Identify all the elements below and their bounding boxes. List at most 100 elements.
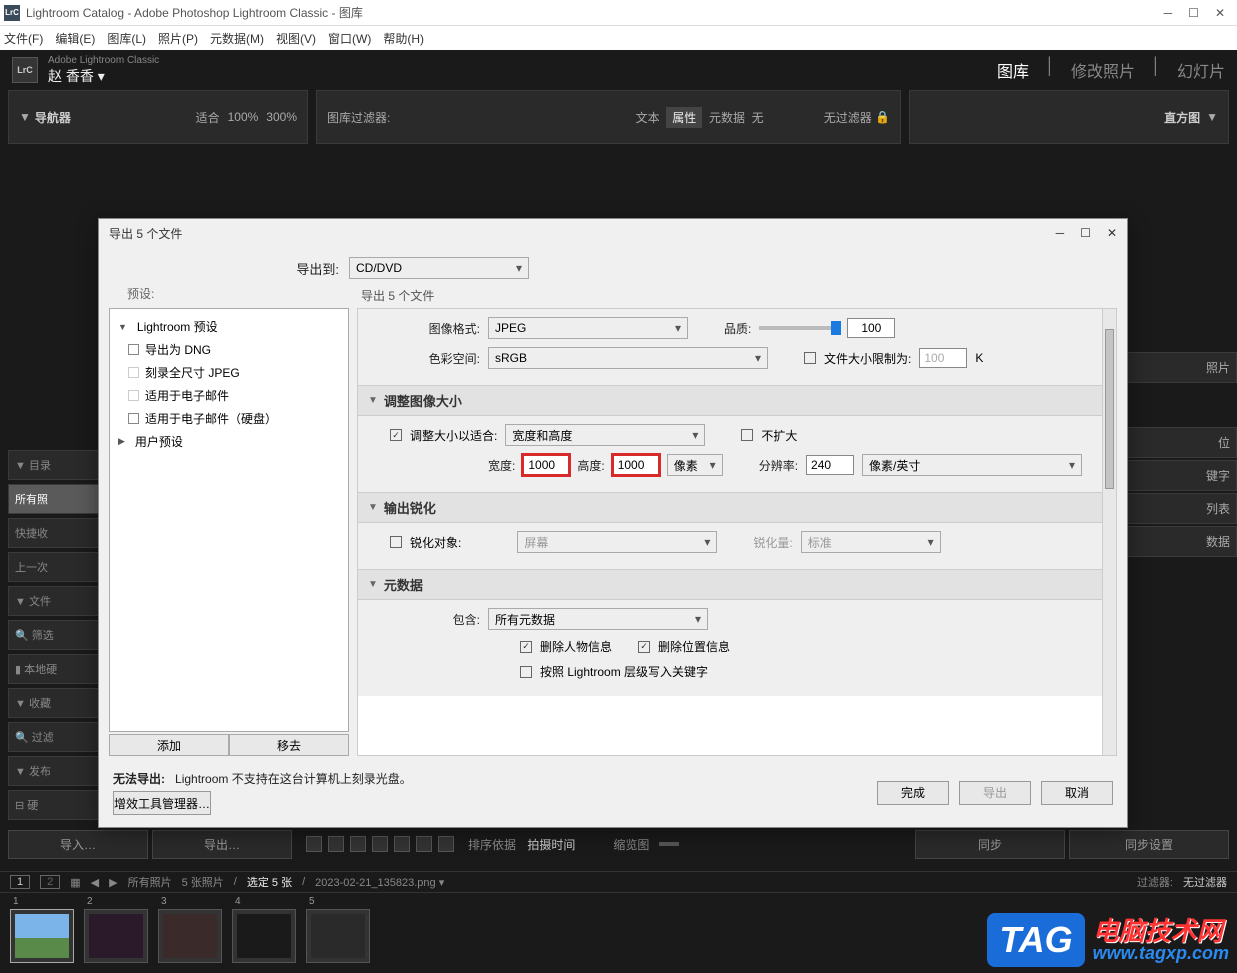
module-library[interactable]: 图库 — [997, 58, 1029, 82]
thumbnail-1[interactable]: 1 — [10, 909, 74, 963]
filter-value[interactable]: 无过滤器 — [1183, 874, 1227, 890]
lock-icon[interactable]: 🔒 — [875, 110, 890, 124]
add-preset-button[interactable]: 添加 — [109, 734, 229, 756]
catalog-panel[interactable]: ▼ 目录 — [8, 450, 108, 480]
remove-people-checkbox[interactable] — [520, 641, 532, 653]
primary-display[interactable]: 1 — [10, 875, 30, 889]
preset-jpeg[interactable]: 刻录全尺寸 JPEG — [114, 361, 344, 384]
remove-location-checkbox[interactable] — [638, 641, 650, 653]
local-drive[interactable]: ▮ 本地硬 — [8, 654, 108, 684]
thumbnail-5[interactable]: 5 — [306, 909, 370, 963]
right-panel-list[interactable]: 列表 — [1127, 493, 1237, 524]
compare-view-icon[interactable] — [350, 836, 366, 852]
all-photos[interactable]: 所有照 — [8, 484, 108, 514]
preset-email[interactable]: 适用于电子邮件 — [114, 384, 344, 407]
sharpen-checkbox[interactable] — [390, 536, 402, 548]
right-panel-metadata[interactable]: 数据 — [1127, 526, 1237, 557]
thumbnail-3[interactable]: 3 — [158, 909, 222, 963]
right-panel-photo[interactable]: 照片 — [1127, 352, 1237, 383]
sort-icon[interactable] — [438, 836, 454, 852]
export-button[interactable]: 导出… — [152, 830, 292, 859]
filter-attribute[interactable]: 属性 — [666, 107, 702, 128]
filter-collections[interactable]: 🔍 过滤 — [8, 722, 108, 752]
limit-size-input[interactable] — [919, 348, 967, 368]
zoom-300[interactable]: 300% — [266, 110, 297, 124]
sharpen-for-combo[interactable]: 屏幕▾ — [517, 531, 717, 553]
quick-collection[interactable]: 快捷收 — [8, 518, 108, 548]
export-confirm-button[interactable]: 导出 — [959, 781, 1031, 805]
limit-size-checkbox[interactable] — [804, 352, 816, 364]
image-format-combo[interactable]: JPEG▾ — [488, 317, 688, 339]
resize-fit-checkbox[interactable] — [390, 429, 402, 441]
sync-settings-button[interactable]: 同步设置 — [1069, 830, 1229, 859]
menu-view[interactable]: 视图(V) — [276, 30, 316, 47]
resolution-input[interactable] — [806, 455, 854, 475]
resolution-unit-combo[interactable]: 像素/英寸▾ — [862, 454, 1082, 476]
cancel-button[interactable]: 取消 — [1041, 781, 1113, 805]
filter-folders[interactable]: 🔍 筛选 — [8, 620, 108, 650]
menu-edit[interactable]: 编辑(E) — [55, 30, 95, 47]
sync-button[interactable]: 同步 — [915, 830, 1065, 859]
export-to-combo[interactable]: CD/DVD▾ — [349, 257, 529, 279]
close-icon[interactable]: ✕ — [1215, 6, 1225, 20]
right-panel-position[interactable]: 位 — [1127, 427, 1237, 458]
dialog-maximize-icon[interactable]: ☐ — [1080, 226, 1091, 240]
plugin-manager-button[interactable]: 增效工具管理器… — [113, 791, 211, 815]
thumbnail-4[interactable]: 4 — [232, 909, 296, 963]
thumbnail-2[interactable]: 2 — [84, 909, 148, 963]
preset-email-hd[interactable]: 适用于电子邮件（硬盘） — [114, 407, 344, 430]
forward-icon[interactable]: ▶ — [109, 876, 117, 889]
settings-scrollbar[interactable] — [1102, 309, 1116, 755]
chevron-down-icon[interactable]: ▼ — [1206, 110, 1218, 124]
zoom-100[interactable]: 100% — [228, 110, 259, 124]
loupe-view-icon[interactable] — [328, 836, 344, 852]
right-panel-keyword[interactable]: 键字 — [1127, 460, 1237, 491]
quality-slider[interactable] — [759, 326, 839, 330]
dont-enlarge-checkbox[interactable] — [741, 429, 753, 441]
chevron-down-icon[interactable]: ▼ — [19, 110, 31, 124]
module-develop[interactable]: 修改照片 — [1071, 58, 1135, 82]
painter-icon[interactable] — [416, 836, 432, 852]
folders-panel[interactable]: ▼ 文件 — [8, 586, 108, 616]
maximize-icon[interactable]: ☐ — [1188, 6, 1199, 20]
no-filter-label[interactable]: 无过滤器 — [824, 109, 872, 126]
grid-icon[interactable]: ▦ — [70, 876, 80, 889]
done-button[interactable]: 完成 — [877, 781, 949, 805]
resize-fit-combo[interactable]: 宽度和高度▾ — [505, 424, 705, 446]
color-space-combo[interactable]: sRGB▾ — [488, 347, 768, 369]
grid-view-icon[interactable] — [306, 836, 322, 852]
preset-group-user[interactable]: 用户预设 — [114, 430, 344, 453]
menu-photo[interactable]: 照片(P) — [158, 30, 198, 47]
hierarchy-checkbox[interactable] — [520, 666, 532, 678]
dialog-close-icon[interactable]: ✕ — [1107, 226, 1117, 240]
width-input[interactable] — [523, 455, 569, 475]
remove-preset-button[interactable]: 移去 — [229, 734, 349, 756]
current-filename[interactable]: 2023-02-21_135823.png ▾ — [315, 876, 444, 889]
sharpen-amount-combo[interactable]: 标准▾ — [801, 531, 941, 553]
back-icon[interactable]: ◀ — [91, 876, 99, 889]
pixel-unit-combo[interactable]: 像素▾ — [667, 454, 723, 476]
people-view-icon[interactable] — [394, 836, 410, 852]
sharpen-section-header[interactable]: 输出锐化 — [358, 492, 1102, 523]
zoom-fit[interactable]: 适合 — [196, 109, 220, 126]
menu-file[interactable]: 文件(F) — [4, 30, 43, 47]
import-button[interactable]: 导入… — [8, 830, 148, 859]
module-slideshow[interactable]: 幻灯片 — [1177, 58, 1225, 82]
dialog-minimize-icon[interactable]: ─ — [1056, 226, 1065, 240]
filter-metadata[interactable]: 元数据 — [709, 109, 745, 126]
preset-group-lightroom[interactable]: Lightroom 预设 — [114, 315, 344, 338]
filter-text[interactable]: 文本 — [636, 109, 660, 126]
quality-input[interactable] — [847, 318, 895, 338]
user-name-dropdown[interactable]: 赵 香香 ▾ — [48, 66, 159, 86]
filter-none[interactable]: 无 — [752, 109, 764, 126]
include-combo[interactable]: 所有元数据▾ — [488, 608, 708, 630]
preset-dng[interactable]: 导出为 DNG — [114, 338, 344, 361]
survey-view-icon[interactable] — [372, 836, 388, 852]
breadcrumb-all[interactable]: 所有照片 — [128, 874, 172, 890]
secondary-display[interactable]: 2 — [40, 875, 60, 889]
publish-panel[interactable]: ▼ 发布 — [8, 756, 108, 786]
menu-window[interactable]: 窗口(W) — [328, 30, 371, 47]
metadata-section-header[interactable]: 元数据 — [358, 569, 1102, 600]
menu-help[interactable]: 帮助(H) — [383, 30, 424, 47]
resize-section-header[interactable]: 调整图像大小 — [358, 385, 1102, 416]
